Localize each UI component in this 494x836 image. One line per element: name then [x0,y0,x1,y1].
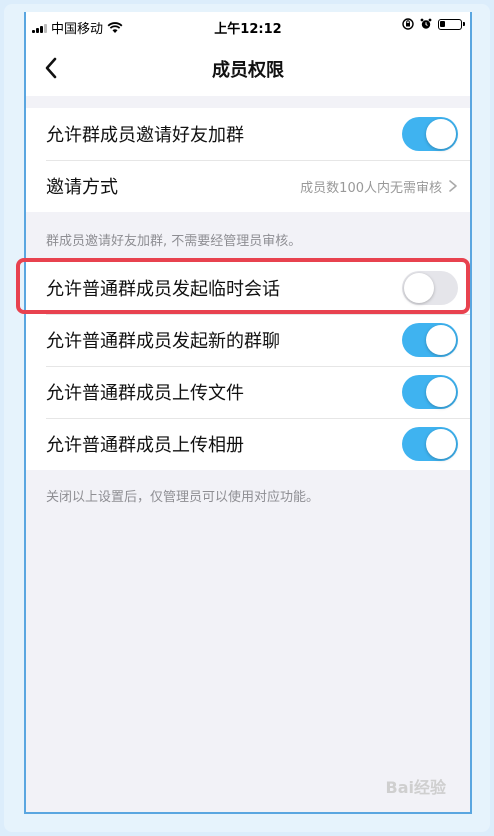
invite-settings-section: 允许群成员邀请好友加群 邀请方式 成员数100人内无需审核 [26,108,470,212]
setting-row-invite-method[interactable]: 邀请方式 成员数100人内无需审核 [26,160,470,212]
watermark: Bai经验 [385,778,446,797]
battery-icon [438,18,465,30]
chevron-right-icon [449,180,457,192]
setting-label: 允许普通群成员发起新的群聊 [46,331,280,352]
toggle-knob [426,325,456,355]
toggle-knob [426,429,456,459]
phone-screen: 中国移动 上午12:12 成员权限 允许群成员邀请好友加群 邀请方式 成员数10… [24,12,472,814]
allow-invite-toggle[interactable] [402,117,458,151]
upload-files-toggle[interactable] [402,375,458,409]
alarm-icon [420,18,432,29]
status-bar: 中国移动 上午12:12 [26,12,470,40]
upload-album-toggle[interactable] [402,427,458,461]
toggle-knob [426,119,456,149]
setting-row-upload-files: 允许普通群成员上传文件 [26,366,470,418]
setting-label: 邀请方式 [46,177,118,198]
back-button[interactable] [38,54,66,82]
setting-row-allow-invite: 允许群成员邀请好友加群 [26,108,470,160]
setting-row-new-group-chat: 允许普通群成员发起新的群聊 [26,314,470,366]
setting-label: 允许普通群成员上传文件 [46,383,244,404]
highlight-box [16,258,470,314]
setting-label: 允许普通群成员上传相册 [46,435,244,456]
permissions-hint-text: 关闭以上设置后，仅管理员可以使用对应功能。 [46,490,320,505]
page-title: 成员权限 [212,60,284,81]
setting-label: 允许群成员邀请好友加群 [46,125,244,146]
new-group-chat-toggle[interactable] [402,323,458,357]
toggle-knob [426,377,456,407]
status-right [402,18,465,30]
invite-method-value: 成员数100人内无需审核 [300,180,442,196]
nav-bar: 成员权限 [26,40,470,96]
invite-hint-text: 群成员邀请好友加群, 不需要经管理员审核。 [46,234,302,249]
setting-row-upload-album: 允许普通群成员上传相册 [26,418,470,470]
chevron-left-icon [45,57,57,79]
rotation-lock-icon [402,18,414,30]
